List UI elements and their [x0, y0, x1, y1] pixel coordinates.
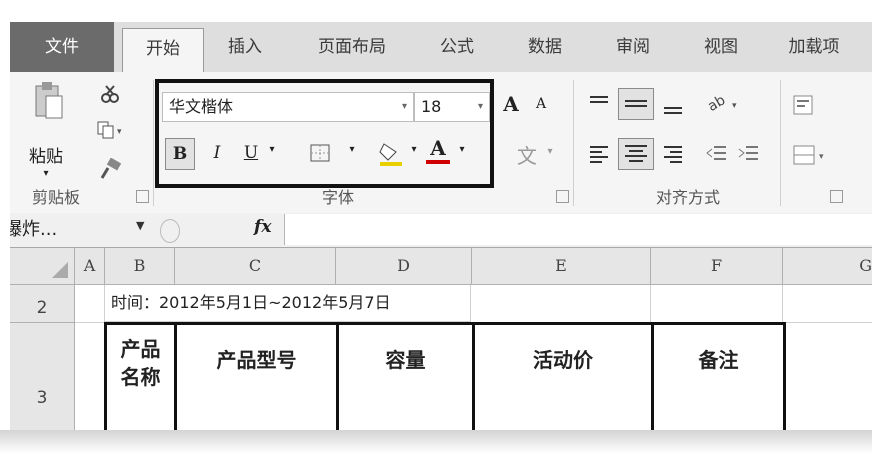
alignment-launcher-icon[interactable] [830, 190, 843, 203]
name-box-dropdown-icon[interactable]: ▼ [136, 219, 144, 232]
align-bottom-icon[interactable] [662, 94, 684, 120]
orientation-icon[interactable]: ab ▾ [705, 90, 746, 118]
worksheet-grid: A B C D E F G 2 时间：2012年5月1日~2012年5月7日 3… [10, 248, 872, 430]
separator [573, 80, 574, 206]
row-header-3[interactable]: 3 [10, 323, 75, 430]
paste-dropdown-icon[interactable]: ▾ [40, 168, 52, 179]
header-capacity[interactable]: 容量 [336, 322, 475, 430]
svg-text:▾: ▾ [819, 152, 824, 162]
cell-b2-date[interactable]: 时间：2012年5月1日~2012年5月7日 [105, 285, 471, 322]
formula-input[interactable] [284, 214, 872, 245]
separator [153, 80, 154, 206]
column-header-c[interactable]: C [175, 248, 336, 285]
tab-home[interactable]: 开始 [122, 28, 204, 73]
tab-insert[interactable]: 插入 [210, 22, 280, 72]
align-center-icon[interactable] [618, 138, 654, 170]
tab-formulas[interactable]: 公式 [422, 22, 492, 72]
cell-g3[interactable] [786, 323, 872, 430]
header-notes[interactable]: 备注 [651, 322, 786, 430]
excel-window: 文件 开始 插入 页面布局 公式 数据 审阅 视图 加载项 粘贴 ▾ ▾ 剪贴板… [10, 22, 872, 430]
column-header-e[interactable]: E [472, 248, 651, 285]
cut-icon[interactable] [100, 84, 120, 108]
svg-text:ab: ab [706, 92, 728, 114]
formula-bar-handle[interactable] [160, 219, 180, 243]
header-product-model[interactable]: 产品型号 [174, 322, 339, 430]
clipboard-group-label: 剪贴板 [32, 188, 81, 207]
tab-file[interactable]: 文件 [10, 22, 114, 72]
insert-function-button[interactable]: fx [254, 217, 271, 237]
row-header-2[interactable]: 2 [10, 285, 75, 323]
font-group-highlight [155, 79, 494, 188]
cell-f2[interactable] [651, 285, 783, 323]
align-right-icon[interactable] [662, 144, 684, 168]
cell-a3[interactable] [75, 323, 105, 430]
separator [780, 80, 781, 206]
name-box[interactable]: 爆炸... [10, 216, 150, 244]
copy-icon[interactable]: ▾ [96, 120, 126, 144]
select-all-corner[interactable] [10, 248, 75, 285]
svg-text:▾: ▾ [732, 101, 737, 111]
merge-cells-icon[interactable]: ▾ [792, 144, 832, 170]
tab-data[interactable]: 数据 [510, 22, 580, 72]
ribbon-home: 粘贴 ▾ ▾ 剪贴板 华文楷体 ▾ 18 ▾ A A B I U ▾ ▾ ▾ A… [10, 72, 872, 214]
decrease-indent-icon[interactable] [706, 144, 728, 168]
cell-a2[interactable] [75, 285, 105, 323]
tab-addins[interactable]: 加载项 [774, 22, 854, 72]
increase-indent-icon[interactable] [738, 144, 760, 168]
align-top-icon[interactable] [588, 94, 610, 116]
column-header-d[interactable]: D [336, 248, 472, 285]
font-group-label: 字体 [322, 188, 355, 207]
wrap-text-icon[interactable] [792, 94, 816, 120]
cell-g2[interactable] [783, 285, 872, 323]
phonetic-dropdown-icon[interactable]: ▾ [544, 146, 556, 157]
grow-font-button[interactable]: A [498, 92, 524, 116]
font-launcher-icon[interactable] [556, 190, 569, 203]
shrink-font-button[interactable]: A [530, 96, 552, 112]
phonetic-guide-button[interactable]: 文 [510, 140, 544, 169]
paste-button[interactable]: 粘贴 [24, 142, 68, 167]
paste-icon[interactable] [34, 80, 64, 120]
column-header-f[interactable]: F [651, 248, 783, 285]
header-promo-price[interactable]: 活动价 [472, 322, 654, 430]
column-header-g[interactable]: G [783, 248, 872, 285]
align-middle-icon[interactable] [618, 88, 654, 120]
formula-bar: 爆炸... ▼ fx [10, 213, 872, 248]
cell-e2[interactable] [472, 285, 651, 323]
tab-review[interactable]: 审阅 [598, 22, 668, 72]
column-header-a[interactable]: A [75, 248, 105, 285]
product-name-text: 产品名称 [120, 337, 161, 389]
ribbon-tabs: 文件 开始 插入 页面布局 公式 数据 审阅 视图 加载项 [10, 22, 872, 73]
tab-page-layout[interactable]: 页面布局 [302, 22, 402, 72]
tab-view[interactable]: 视图 [686, 22, 756, 72]
header-product-name[interactable]: 产品名称 [104, 322, 177, 430]
clipboard-launcher-icon[interactable] [136, 190, 149, 203]
svg-text:▾: ▾ [117, 127, 122, 137]
column-header-b[interactable]: B [105, 248, 175, 285]
align-left-icon[interactable] [588, 144, 610, 168]
alignment-group-label: 对齐方式 [656, 188, 721, 207]
format-painter-icon[interactable] [100, 157, 122, 184]
page-shadow [0, 430, 872, 454]
